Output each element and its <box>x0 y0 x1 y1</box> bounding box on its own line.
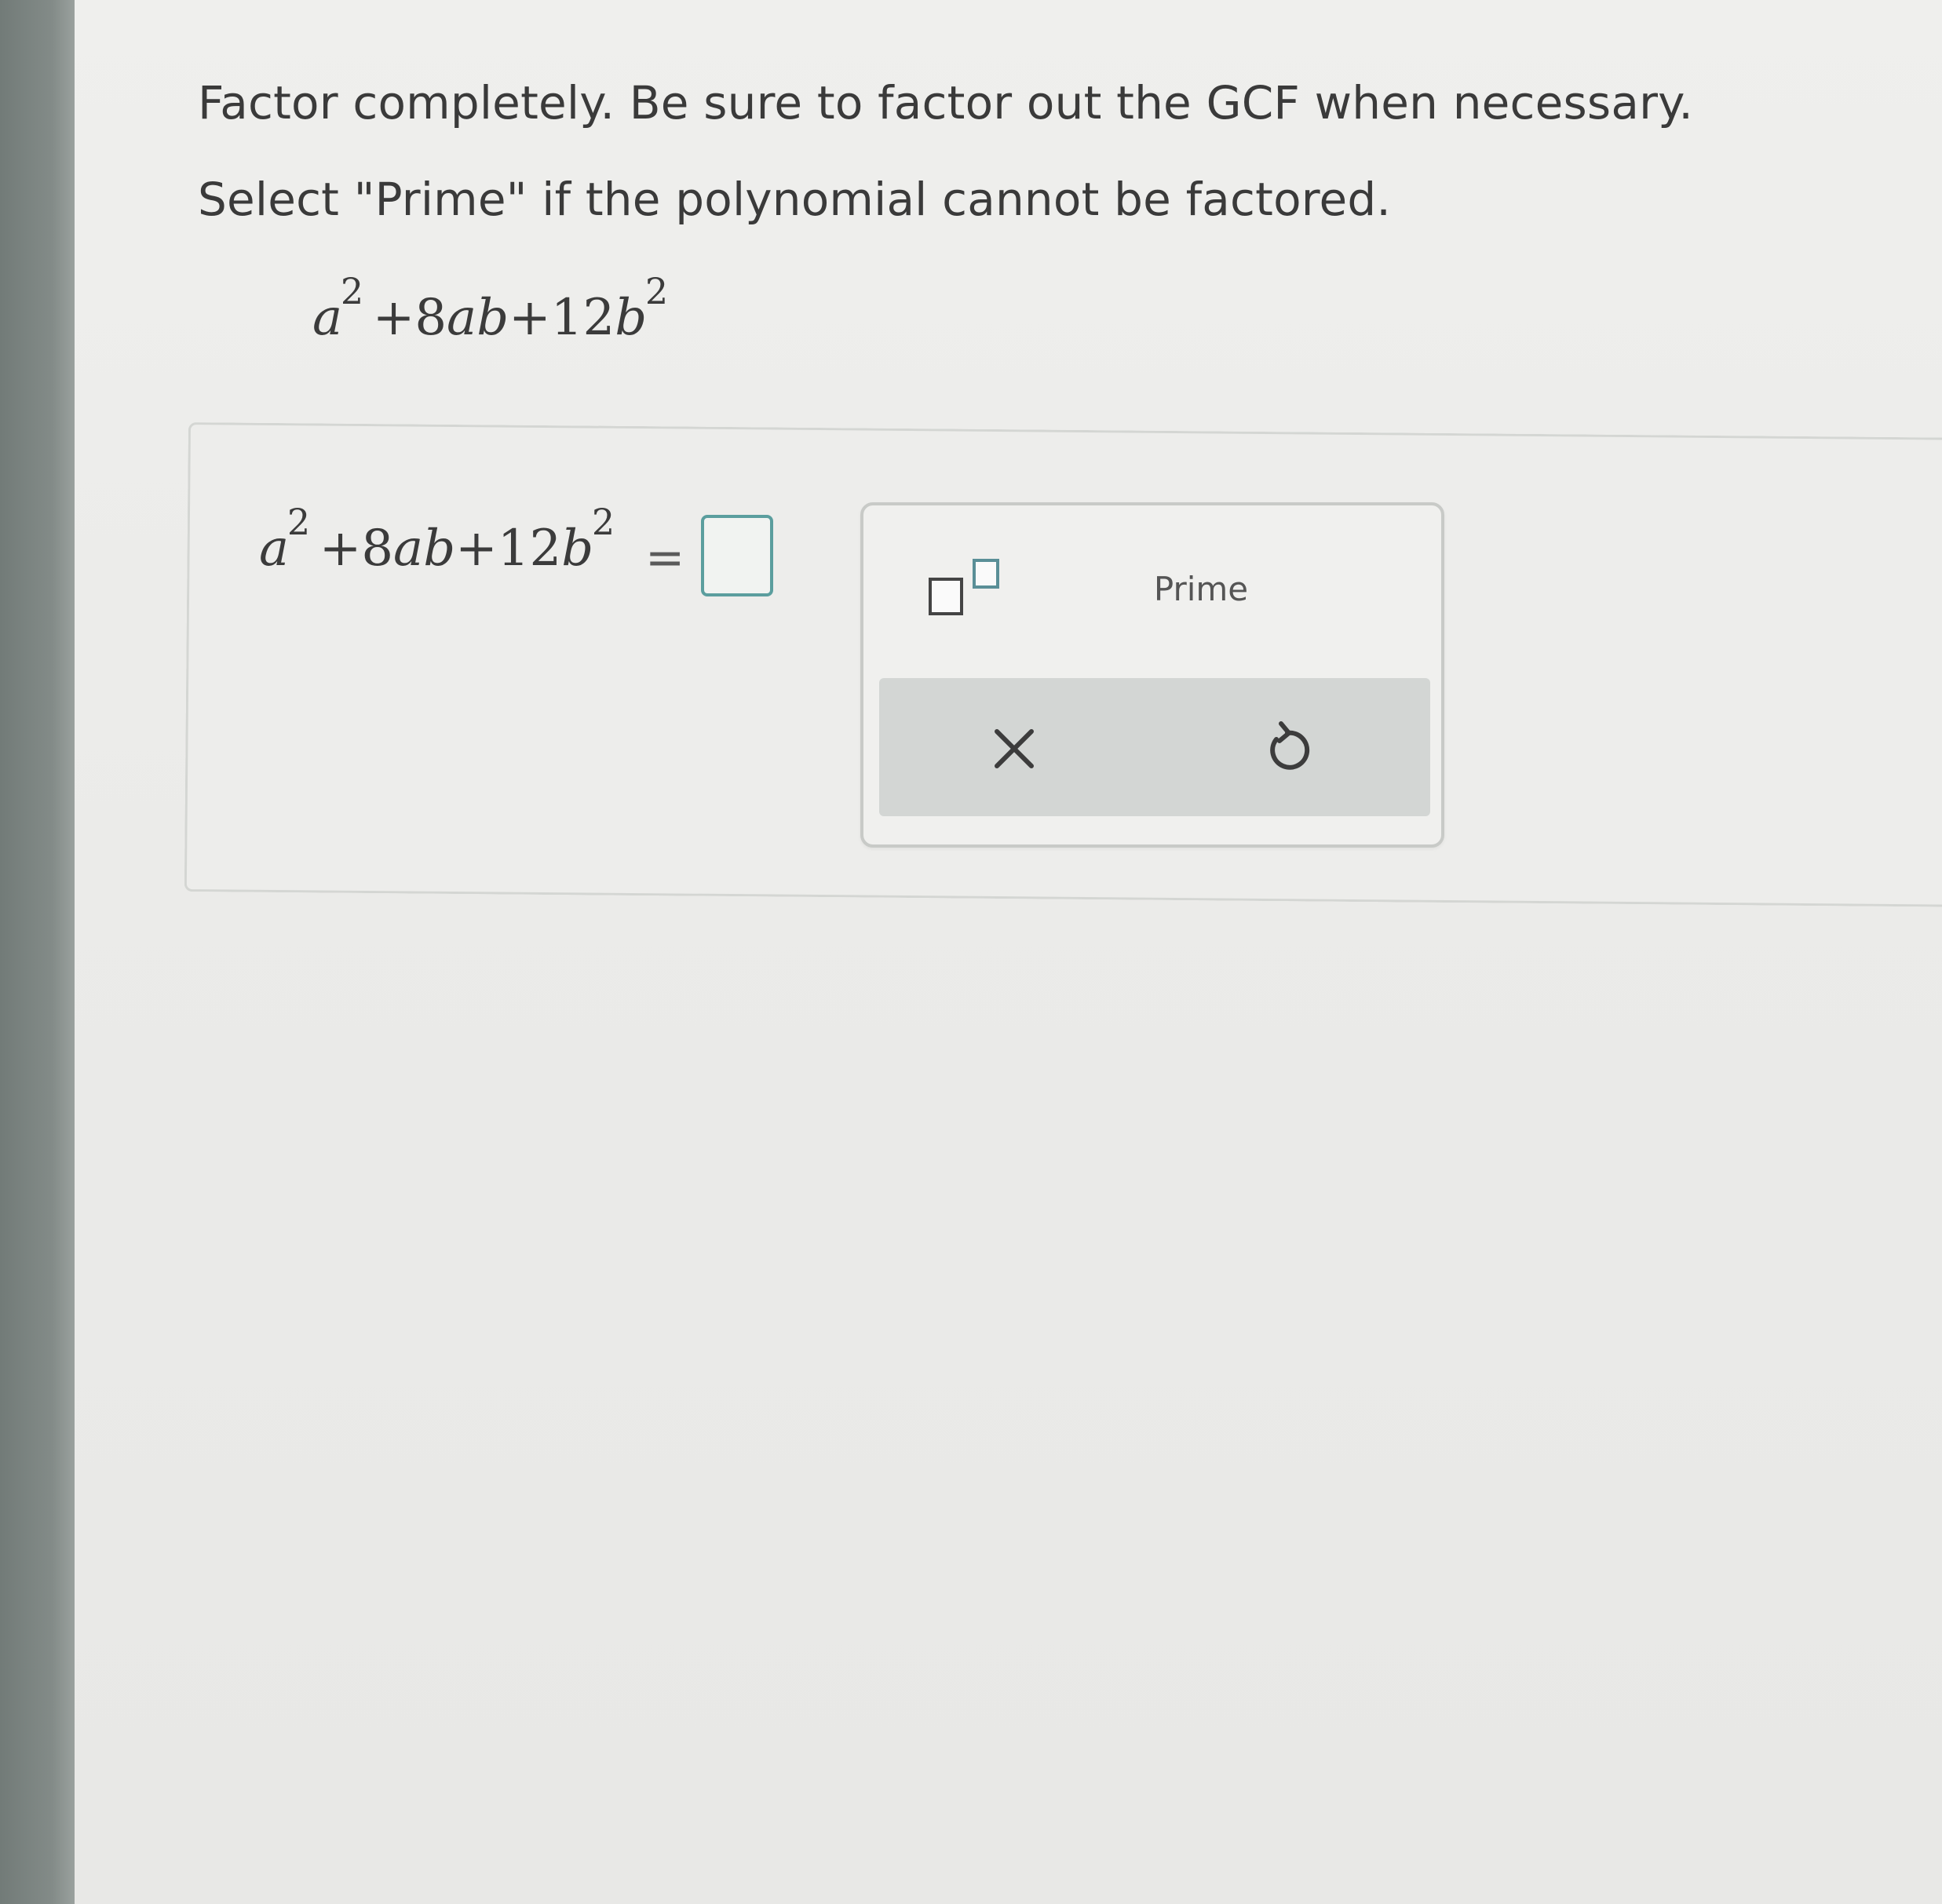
var-b: b <box>615 289 648 347</box>
problem-expression: a2 +8ab+12b2 <box>312 273 677 347</box>
var-a: a <box>312 289 343 347</box>
answer-expression: a2 +8ab+12b2 <box>259 504 624 578</box>
instruction-text: Factor completely. Be sure to factor out… <box>198 76 1694 129</box>
undo-button[interactable] <box>1240 709 1334 788</box>
var-a: a <box>259 520 290 578</box>
exponent-superscript-icon <box>973 559 999 589</box>
plus-8: +8 <box>372 289 447 347</box>
clear-button[interactable] <box>967 709 1061 788</box>
exponent-a: 2 <box>340 269 364 312</box>
var-ab: ab <box>393 520 456 578</box>
var-b: b <box>561 520 594 578</box>
prime-button[interactable]: Prime <box>1099 554 1303 625</box>
math-toolbox: Prime <box>860 502 1444 848</box>
close-icon <box>995 729 1034 768</box>
plus-12: +12 <box>455 520 562 578</box>
exponent-base-icon <box>929 578 963 615</box>
exponent-a: 2 <box>287 500 311 543</box>
exponent-b: 2 <box>644 269 669 312</box>
plus-12: +12 <box>509 289 615 347</box>
equals-sign: = <box>645 531 685 585</box>
exponent-button[interactable] <box>922 553 1009 623</box>
left-edge-strip <box>0 0 75 1904</box>
exponent-b: 2 <box>591 500 615 543</box>
action-bar <box>879 678 1430 816</box>
var-ab: ab <box>447 289 509 347</box>
plus-8: +8 <box>319 520 394 578</box>
answer-input-box[interactable] <box>701 515 773 596</box>
instruction-prime-hint: Select "Prime" if the polynomial cannot … <box>198 173 1392 226</box>
undo-icon <box>1270 721 1310 770</box>
